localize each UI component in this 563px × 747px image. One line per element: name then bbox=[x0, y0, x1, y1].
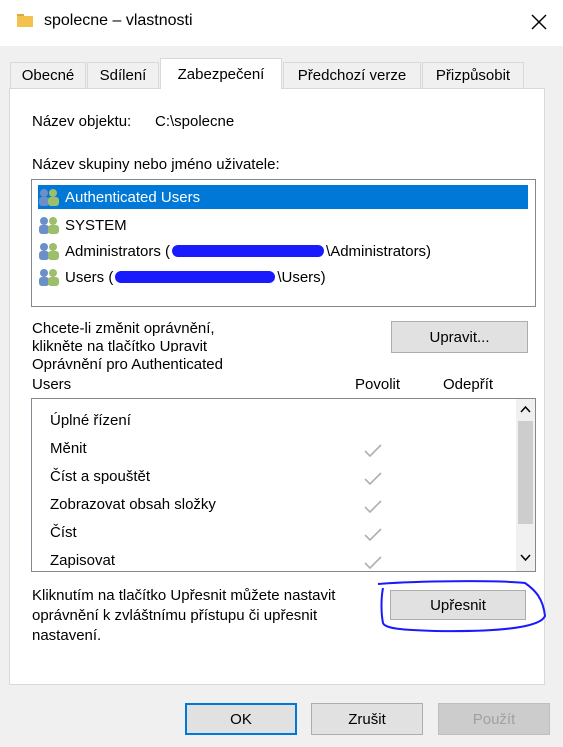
scroll-down-icon[interactable] bbox=[520, 554, 531, 562]
allow-check-icon bbox=[364, 500, 382, 514]
column-allow: Povolit bbox=[355, 376, 401, 393]
permissions-title-line1: Oprávnění pro Authenticated bbox=[32, 356, 223, 373]
close-button[interactable] bbox=[520, 4, 558, 40]
group-list-label: Název skupiny nebo jméno uživatele: bbox=[32, 156, 280, 173]
users-icon bbox=[39, 189, 59, 206]
allow-check-icon bbox=[364, 472, 382, 486]
tab-customize[interactable]: Přizpůsobit bbox=[422, 62, 524, 88]
tab-previous-versions[interactable]: Předchozí verze bbox=[283, 62, 421, 88]
permission-row: Měnit bbox=[50, 440, 87, 457]
edit-button[interactable]: Upravit... bbox=[391, 321, 528, 353]
allow-check-icon bbox=[364, 444, 382, 458]
redaction-mark bbox=[115, 271, 276, 283]
tab-security[interactable]: Zabezpečení bbox=[160, 58, 282, 89]
permission-row: Číst bbox=[50, 524, 77, 541]
scroll-thumb[interactable] bbox=[518, 421, 533, 524]
redaction-mark bbox=[172, 245, 325, 257]
allow-check-icon bbox=[364, 528, 382, 542]
permissions-scrollbar[interactable] bbox=[516, 399, 535, 571]
object-name-label: Název objektu: bbox=[32, 113, 132, 130]
tab-general[interactable]: Obecné bbox=[10, 62, 86, 88]
users-listbox[interactable]: Authenticated Users SYSTEM Administrator… bbox=[31, 179, 536, 307]
scroll-up-icon[interactable] bbox=[520, 405, 531, 413]
allow-check-icon bbox=[364, 556, 382, 570]
user-name: Authenticated Users bbox=[65, 188, 201, 206]
list-item-authenticated-users[interactable]: Authenticated Users bbox=[38, 185, 528, 209]
permission-row: Zobrazovat obsah složky bbox=[50, 496, 216, 513]
permission-row: Zapisovat bbox=[50, 552, 116, 569]
folder-icon bbox=[17, 14, 33, 27]
annotation-circle bbox=[377, 580, 547, 633]
user-name: SYSTEM bbox=[65, 216, 127, 234]
column-deny: Odepřít bbox=[443, 376, 494, 393]
permission-row: Úplné řízení bbox=[50, 412, 131, 429]
user-name: Administrators ( bbox=[65, 242, 171, 260]
user-name: Users ( bbox=[65, 268, 114, 286]
ok-button[interactable]: OK bbox=[185, 703, 297, 735]
users-icon bbox=[39, 243, 59, 260]
change-hint-line1: Chcete-li změnit oprávnění, bbox=[32, 320, 215, 337]
cancel-button[interactable]: Zrušit bbox=[311, 703, 423, 735]
permissions-list[interactable]: Úplné řízení Měnit Číst a spouštět Zobra… bbox=[31, 398, 536, 572]
users-icon bbox=[39, 217, 59, 234]
close-icon bbox=[531, 14, 547, 30]
users-icon bbox=[39, 269, 59, 286]
permission-row: Číst a spouštět bbox=[50, 468, 151, 485]
change-hint-line2: klikněte na tlačítko Upravit bbox=[32, 338, 208, 352]
list-item-users[interactable]: Users ( \Users) bbox=[38, 265, 326, 289]
user-name-suffix: \Users) bbox=[277, 268, 326, 286]
tab-sharing[interactable]: Sdílení bbox=[87, 62, 159, 88]
advanced-hint-line1: Kliknutím na tlačítko Upřesnit můžete na… bbox=[32, 587, 336, 604]
user-name-suffix: \Administrators) bbox=[326, 242, 432, 260]
object-name-value: C:\spolecne bbox=[155, 113, 235, 130]
advanced-hint-line3: nastavení. bbox=[32, 627, 102, 644]
window-title: spolecne – vlastnosti bbox=[44, 12, 193, 29]
list-item-administrators[interactable]: Administrators ( \Administrators) bbox=[38, 239, 431, 263]
permissions-title-line2: Users bbox=[32, 376, 72, 393]
apply-button[interactable]: Použít bbox=[438, 703, 550, 735]
list-item-system[interactable]: SYSTEM bbox=[38, 213, 127, 237]
advanced-hint-line2: oprávnění k zvláštnímu přístupu či upřes… bbox=[32, 607, 318, 624]
